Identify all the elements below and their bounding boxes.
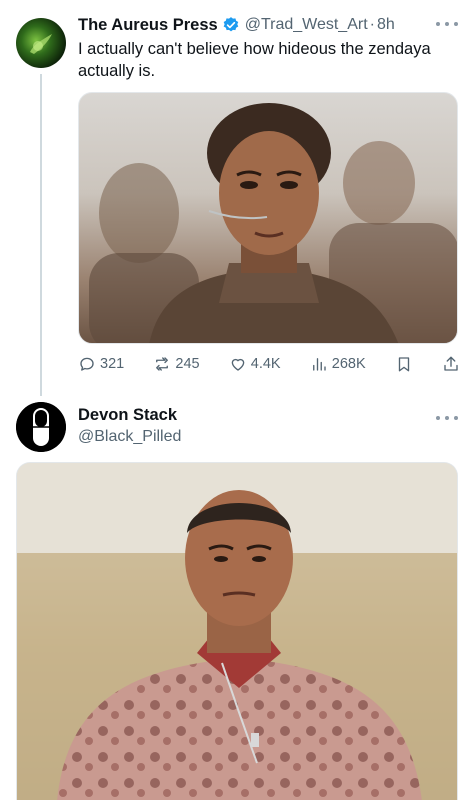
verified-badge-icon: [222, 16, 240, 34]
views-button[interactable]: 268K: [310, 355, 366, 373]
tweet-image[interactable]: [16, 462, 458, 800]
author-name[interactable]: The Aureus Press: [78, 16, 218, 35]
reply-icon: [80, 357, 94, 371]
more-icon[interactable]: [436, 408, 458, 428]
reply-count: 321: [100, 356, 125, 372]
share-icon: [444, 356, 458, 371]
repost-icon: [156, 357, 169, 371]
avatar-devon-stack[interactable]: [16, 402, 66, 452]
tweet1-action-bar: 321 245 4.4K 268K: [78, 352, 460, 376]
repost-button[interactable]: 245: [153, 355, 200, 373]
bookmark-icon: [398, 357, 409, 372]
like-count: 4.4K: [250, 356, 281, 372]
author-handle[interactable]: @Trad_West_Art: [245, 16, 368, 34]
reply-button[interactable]: 321: [78, 355, 124, 373]
repost-count: 245: [175, 356, 200, 372]
author-handle[interactable]: @Black_Pilled: [78, 428, 181, 446]
like-icon: [231, 358, 245, 371]
like-button[interactable]: 4.4K: [229, 355, 281, 373]
timestamp[interactable]: 8h: [377, 16, 395, 34]
thread-connector-line: [40, 74, 42, 396]
views-icon: [312, 358, 326, 371]
bookmark-button[interactable]: [395, 355, 413, 373]
separator-dot: ·: [369, 16, 375, 33]
share-button[interactable]: [442, 355, 460, 373]
tweet1-header: The Aureus Press @Trad_West_Art · 8h: [78, 14, 460, 36]
tweet-text: I actually can't believe how hideous the…: [78, 40, 431, 80]
views-count: 268K: [331, 356, 366, 372]
avatar-aureus-press[interactable]: [16, 18, 66, 68]
more-icon[interactable]: [436, 14, 458, 34]
tweet-image[interactable]: [78, 92, 458, 344]
author-name[interactable]: Devon Stack: [78, 406, 177, 425]
